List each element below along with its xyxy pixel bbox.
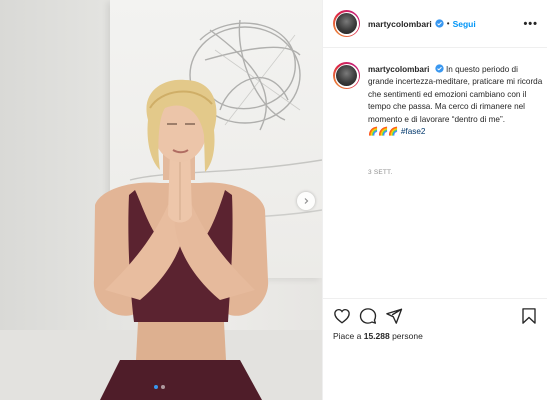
post-timestamp[interactable]: 3 SETT.: [368, 169, 393, 176]
carousel-dot-active: [154, 385, 158, 389]
caption-username[interactable]: martycolombari: [368, 65, 429, 74]
verified-badge-icon: [435, 64, 444, 73]
post-side-panel: martycolombari • Segui ••• martycolombar…: [322, 0, 547, 400]
action-bar: [333, 307, 538, 327]
next-photo-button[interactable]: [297, 192, 315, 210]
woman-meditating-illustration: [93, 79, 269, 400]
carousel-dot: [161, 385, 165, 389]
bookmark-icon[interactable]: [520, 307, 538, 325]
avatar-photo: [336, 13, 357, 34]
carousel-indicator: [154, 385, 165, 389]
caption-emoji: 🌈🌈🌈: [368, 127, 399, 137]
comments-section: martycolombari In questo periodo di gran…: [323, 48, 547, 298]
share-icon[interactable]: [385, 307, 403, 325]
follow-button[interactable]: Segui: [453, 19, 476, 29]
more-options-button[interactable]: •••: [523, 18, 538, 30]
likes-number: 15.288: [363, 331, 390, 341]
post-header: martycolombari • Segui •••: [323, 0, 547, 48]
chevron-right-icon: [304, 198, 309, 204]
hashtag-link[interactable]: #fase2: [401, 127, 426, 136]
author-username[interactable]: martycolombari: [368, 19, 432, 29]
heart-icon[interactable]: [333, 307, 351, 325]
post-photo[interactable]: [0, 0, 322, 400]
divider: [323, 298, 547, 299]
avatar-photo: [336, 65, 357, 86]
caption-author-avatar[interactable]: [333, 62, 360, 89]
separator-bullet: •: [446, 19, 450, 28]
caption-text: martycolombari In questo periodo di gran…: [368, 64, 543, 138]
instagram-post: martycolombari • Segui ••• martycolombar…: [0, 0, 547, 400]
comment-icon[interactable]: [359, 307, 377, 325]
likes-count[interactable]: Piace a 15.288 persone: [333, 331, 423, 341]
verified-badge-icon: [435, 19, 444, 28]
author-avatar[interactable]: [333, 10, 360, 37]
